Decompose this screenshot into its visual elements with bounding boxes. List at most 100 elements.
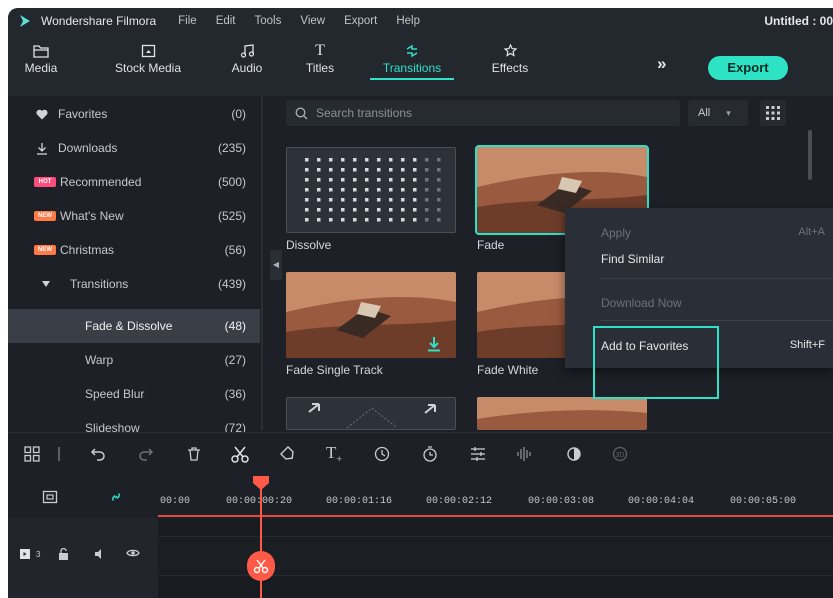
dissolve-dot — [401, 218, 405, 222]
more-tabs-button[interactable]: » — [657, 54, 666, 74]
context-menu-separator — [601, 320, 833, 321]
sidebar-item-count: (500) — [217, 175, 246, 189]
sidebar-item-favorites[interactable]: Favorites (0) — [8, 98, 260, 130]
dissolve-dot — [377, 178, 381, 182]
content-scrollbar[interactable] — [808, 130, 812, 180]
dissolve-dot — [413, 188, 417, 192]
timeline-tracks: 3 — [8, 518, 833, 598]
dissolve-dot — [317, 218, 321, 222]
dissolve-dot — [353, 178, 357, 182]
tab-stock-media[interactable]: Stock Media — [98, 42, 198, 75]
new-badge: NEW — [34, 211, 56, 221]
fade-single-track-thumbnail — [286, 272, 456, 358]
transition-label: Fade Single Track — [286, 363, 383, 377]
redo-icon[interactable] — [136, 444, 156, 464]
sidebar-item-speed-blur[interactable]: Speed Blur (36) — [8, 378, 260, 410]
add-text-icon[interactable]: T+ — [324, 443, 344, 465]
sidebar-item-whats-new[interactable]: NEW What's New (525) — [8, 200, 260, 232]
menu-tools[interactable]: Tools — [255, 15, 282, 27]
menu-export[interactable]: Export — [344, 15, 377, 27]
duration-icon[interactable] — [420, 444, 440, 464]
sidebar-divider[interactable] — [261, 96, 263, 430]
timeline-ruler[interactable]: 00:00 00:00:00:20 00:00:01:16 00:00:02:1… — [8, 472, 833, 518]
playhead-line[interactable] — [260, 486, 262, 598]
dissolve-dot — [353, 158, 357, 162]
dissolve-dot — [413, 168, 417, 172]
dissolve-dot — [365, 188, 369, 192]
link-icon[interactable] — [108, 489, 124, 505]
keyframe-icon[interactable]: 3D — [610, 444, 630, 464]
dissolve-dot — [425, 218, 429, 222]
title-bar: Wondershare Filmora File Edit Tools View… — [8, 8, 833, 34]
transition-card-zoom[interactable] — [286, 397, 456, 430]
download-icon[interactable] — [426, 336, 442, 352]
tab-titles[interactable]: T Titles — [298, 42, 342, 75]
ruler-tick-label: 00:00 — [160, 496, 191, 507]
search-input[interactable] — [316, 106, 616, 120]
dissolve-dot — [329, 218, 333, 222]
text-icon: T — [315, 42, 325, 59]
context-menu-apply[interactable]: Apply — [601, 226, 631, 240]
playhead-split-button[interactable] — [247, 551, 275, 581]
dissolve-dot — [341, 178, 345, 182]
transition-card-dissolve[interactable]: Dissolve — [286, 147, 456, 252]
speed-icon[interactable] — [372, 444, 392, 464]
dissolve-dot — [377, 218, 381, 222]
dissolve-dot — [389, 168, 393, 172]
collapse-sidebar-button[interactable]: ◀ — [270, 250, 282, 280]
context-menu-find-similar[interactable]: Find Similar — [601, 252, 664, 266]
dissolve-dot — [413, 198, 417, 202]
sidebar-item-warp[interactable]: Warp (27) — [8, 344, 260, 376]
transition-card-fade-single-track[interactable]: Fade Single Track — [286, 272, 456, 377]
playhead-handle-icon[interactable] — [251, 476, 271, 490]
snapshot-icon[interactable] — [42, 490, 58, 504]
lock-icon[interactable] — [58, 548, 69, 560]
dissolve-dot — [377, 208, 381, 212]
export-button[interactable]: Export — [708, 56, 788, 80]
sidebar-item-fade-dissolve[interactable]: Fade & Dissolve (48) — [8, 309, 260, 343]
menu-edit[interactable]: Edit — [216, 15, 236, 27]
hot-badge: HOT — [34, 177, 56, 187]
dissolve-dot — [341, 158, 345, 162]
active-tab-underline — [370, 78, 454, 80]
menu-file[interactable]: File — [178, 15, 197, 27]
filter-dropdown[interactable]: All ▾ — [688, 100, 748, 126]
sidebar-item-recommended[interactable]: HOT Recommended (500) — [8, 166, 260, 198]
dissolve-dot — [353, 168, 357, 172]
dissolve-dot — [389, 198, 393, 202]
dissolve-dot — [425, 208, 429, 212]
dissolve-dot — [341, 198, 345, 202]
tab-media[interactable]: Media — [24, 42, 58, 75]
context-menu-download-now[interactable]: Download Now — [601, 296, 682, 310]
ruler-tick-label: 00:00:04:04 — [628, 496, 695, 507]
dissolve-dot — [377, 198, 381, 202]
audio-mixer-icon[interactable] — [514, 444, 534, 464]
dissolve-dot — [305, 198, 309, 202]
transition-card-partial[interactable] — [477, 397, 647, 430]
dissolve-dot — [353, 208, 357, 212]
tab-effects[interactable]: Effects — [484, 42, 536, 75]
dissolve-dot — [341, 218, 345, 222]
menu-help[interactable]: Help — [396, 15, 420, 27]
dissolve-dot — [389, 178, 393, 182]
delete-icon[interactable] — [184, 444, 204, 464]
tab-audio[interactable]: Audio — [222, 42, 272, 75]
dissolve-dot — [305, 188, 309, 192]
toolbar-divider — [58, 447, 60, 461]
dissolve-dot — [317, 208, 321, 212]
dissolve-dot — [425, 178, 429, 182]
menu-view[interactable]: View — [300, 15, 325, 27]
sidebar-item-christmas[interactable]: NEW Christmas (56) — [8, 234, 260, 266]
color-match-icon[interactable] — [564, 444, 584, 464]
layout-icon[interactable] — [22, 444, 42, 464]
scissors-icon[interactable] — [230, 444, 250, 464]
adjust-icon[interactable] — [468, 444, 488, 464]
sidebar-item-transitions[interactable]: Transitions (439) — [8, 268, 260, 300]
undo-icon[interactable] — [88, 444, 108, 464]
marker-icon[interactable] — [278, 444, 298, 464]
tab-transitions[interactable]: Transitions — [370, 42, 454, 80]
sidebar-item-downloads[interactable]: Downloads (235) — [8, 132, 260, 164]
eye-icon[interactable] — [126, 548, 140, 558]
speaker-icon[interactable] — [94, 548, 106, 560]
grid-view-button[interactable] — [760, 100, 786, 126]
